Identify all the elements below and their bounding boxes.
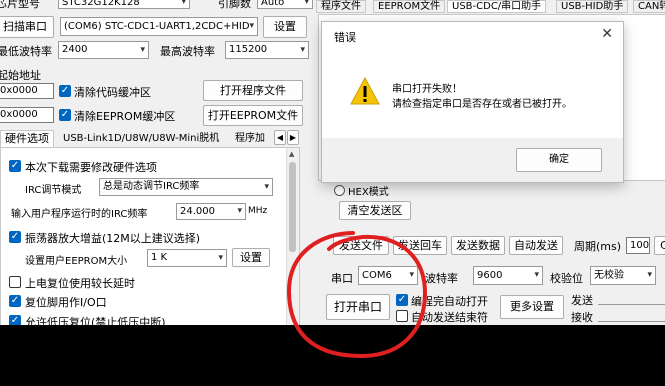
tab-can[interactable]: CAN转	[633, 0, 665, 13]
open-program-file-button[interactable]: 打开程序文件	[203, 80, 303, 101]
eeprom-address-field[interactable]: 0x0000	[0, 107, 54, 123]
irc-mode-label: IRC调节模式	[25, 185, 82, 196]
dialog-title: 错误	[334, 31, 356, 44]
hex-mode-label: HEX模式	[348, 187, 389, 198]
chevron-down-icon: ▾	[647, 270, 652, 280]
period-field[interactable]: 100	[626, 237, 650, 254]
baud-select[interactable]: 9600 ▾	[473, 266, 543, 285]
serial-settings-button[interactable]: 设置	[263, 16, 307, 38]
clear-code-label: 清除代码缓冲区	[74, 86, 151, 99]
eeprom-size-label: 设置用户EEPROM大小	[25, 256, 128, 267]
tab-eeprom-file[interactable]: EEPROM文件	[373, 0, 446, 13]
tab-program-encrypt[interactable]: 程序加	[235, 131, 265, 146]
send-data-button[interactable]: 发送数据	[451, 236, 505, 255]
chevron-down-icon: ▾	[237, 206, 242, 216]
dialog-message-line2: 请检查指定串口是否存在或者已被打开。	[392, 99, 572, 110]
reset-pin-io-label: 复位脚用作I/O口	[25, 296, 107, 309]
min-baud-select[interactable]: 2400 ▾	[58, 41, 149, 59]
parity-label: 校验位	[550, 272, 583, 285]
red-annotation-circle	[286, 231, 428, 359]
low-voltage-reset-label: 允许低压复位(禁止低压中断)	[25, 316, 166, 325]
power-on-reset-label: 上电复位使用较长延时	[25, 277, 135, 290]
tab-program-file[interactable]: 程序文件	[316, 0, 366, 13]
eeprom-size-set-button[interactable]: 设置	[232, 248, 270, 267]
irc-unit-label: MHz	[248, 206, 268, 216]
period-label: 周期(ms)	[574, 240, 622, 253]
serial-port-select[interactable]: (COM6) STC-CDC1-UART1,2CDC+HID ▾	[60, 17, 258, 36]
min-baud-label: 最低波特率	[0, 45, 52, 58]
chevron-down-icon: ▾	[181, 0, 186, 7]
error-dialog: 错误 ✕ 串口打开失败！ 请检查指定串口是否存在或者已被打开。 确定	[321, 21, 624, 183]
chevron-down-icon: ▾	[304, 0, 309, 7]
hex-mode-radio[interactable]	[334, 185, 345, 196]
receive-count-label: 接收	[571, 311, 593, 324]
clear-send-button[interactable]: 清空发送区	[339, 201, 411, 220]
parity-select[interactable]: 无校验 ▾	[590, 266, 656, 285]
auto-send-button[interactable]: 自动发送	[509, 236, 563, 255]
max-baud-label: 最高波特率	[160, 45, 215, 58]
chevron-down-icon: ▾	[534, 270, 539, 280]
receive-count-line	[598, 321, 665, 322]
start-address-title: 起始地址	[0, 69, 41, 82]
warning-icon	[350, 77, 380, 105]
clear-code-checkbox[interactable]: ✓	[59, 85, 71, 97]
max-baud-select[interactable]: 115200 ▾	[225, 41, 309, 59]
close-icon[interactable]: ✕	[601, 26, 613, 42]
chevron-down-icon: ▾	[218, 253, 223, 263]
osc-gain-checkbox[interactable]: ✓	[9, 231, 21, 243]
irc-freq-label: 输入用户程序运行时的IRC频率	[11, 209, 148, 220]
chevron-down-icon: ▾	[249, 21, 254, 31]
tab-usb-link[interactable]: USB-Link1D/U8W/U8W-Mini脱机	[60, 131, 222, 146]
dialog-message-line1: 串口打开失败！	[392, 84, 462, 95]
more-settings-button[interactable]: 更多设置	[500, 295, 564, 319]
pins-label: 引脚数	[218, 0, 251, 10]
power-on-reset-checkbox[interactable]	[9, 276, 21, 288]
tab-usb-cdc[interactable]: USB-CDC/串口助手	[447, 0, 547, 13]
pins-select[interactable]: Auto ▾	[257, 0, 313, 9]
send-count-line	[598, 304, 665, 305]
open-eeprom-file-button[interactable]: 打开EEPROM文件	[203, 105, 303, 126]
osc-gain-label: 振荡器放大增益(12M以上建议选择)	[25, 232, 201, 245]
eeprom-size-select[interactable]: 1 K ▾	[147, 249, 227, 267]
chip-type-select[interactable]: STC32G12K128 ▾	[58, 0, 190, 9]
modify-hw-option-label: 本次下载需要修改硬件选项	[25, 161, 157, 174]
tab-usb-hid[interactable]: USB-HID助手	[556, 0, 629, 13]
dialog-footer: 确定	[322, 138, 623, 182]
send-count-label: 发送	[571, 294, 593, 307]
clear-receive-button[interactable]: C	[654, 236, 665, 255]
irc-freq-select[interactable]: 24.000 ▾	[176, 203, 246, 220]
chip-type-label: 芯片型号	[0, 0, 40, 10]
tab-hardware-options[interactable]: 硬件选项	[0, 130, 54, 148]
chevron-down-icon: ▾	[300, 45, 305, 55]
tab-scroll-right-button[interactable]: ▶	[287, 130, 299, 145]
scan-port-button[interactable]: 扫描串口	[0, 16, 54, 38]
clear-eeprom-checkbox[interactable]: ✓	[59, 109, 71, 121]
reset-pin-io-checkbox[interactable]: ✓	[9, 295, 21, 307]
ok-button[interactable]: 确定	[516, 148, 602, 172]
clear-eeprom-label: 清除EEPROM缓冲区	[74, 110, 176, 123]
scroll-up-icon[interactable]: ▲	[289, 150, 294, 158]
chevron-down-icon: ▾	[140, 45, 145, 55]
low-voltage-reset-checkbox[interactable]: ✓	[9, 315, 21, 325]
irc-mode-select[interactable]: 总是动态调节IRC频率 ▾	[99, 178, 273, 196]
chevron-down-icon: ▾	[264, 182, 269, 192]
modify-hw-option-checkbox[interactable]: ✓	[9, 160, 21, 172]
code-address-field[interactable]: 0x0000	[0, 83, 54, 99]
tab-scroll-left-button[interactable]: ◀	[274, 130, 286, 145]
